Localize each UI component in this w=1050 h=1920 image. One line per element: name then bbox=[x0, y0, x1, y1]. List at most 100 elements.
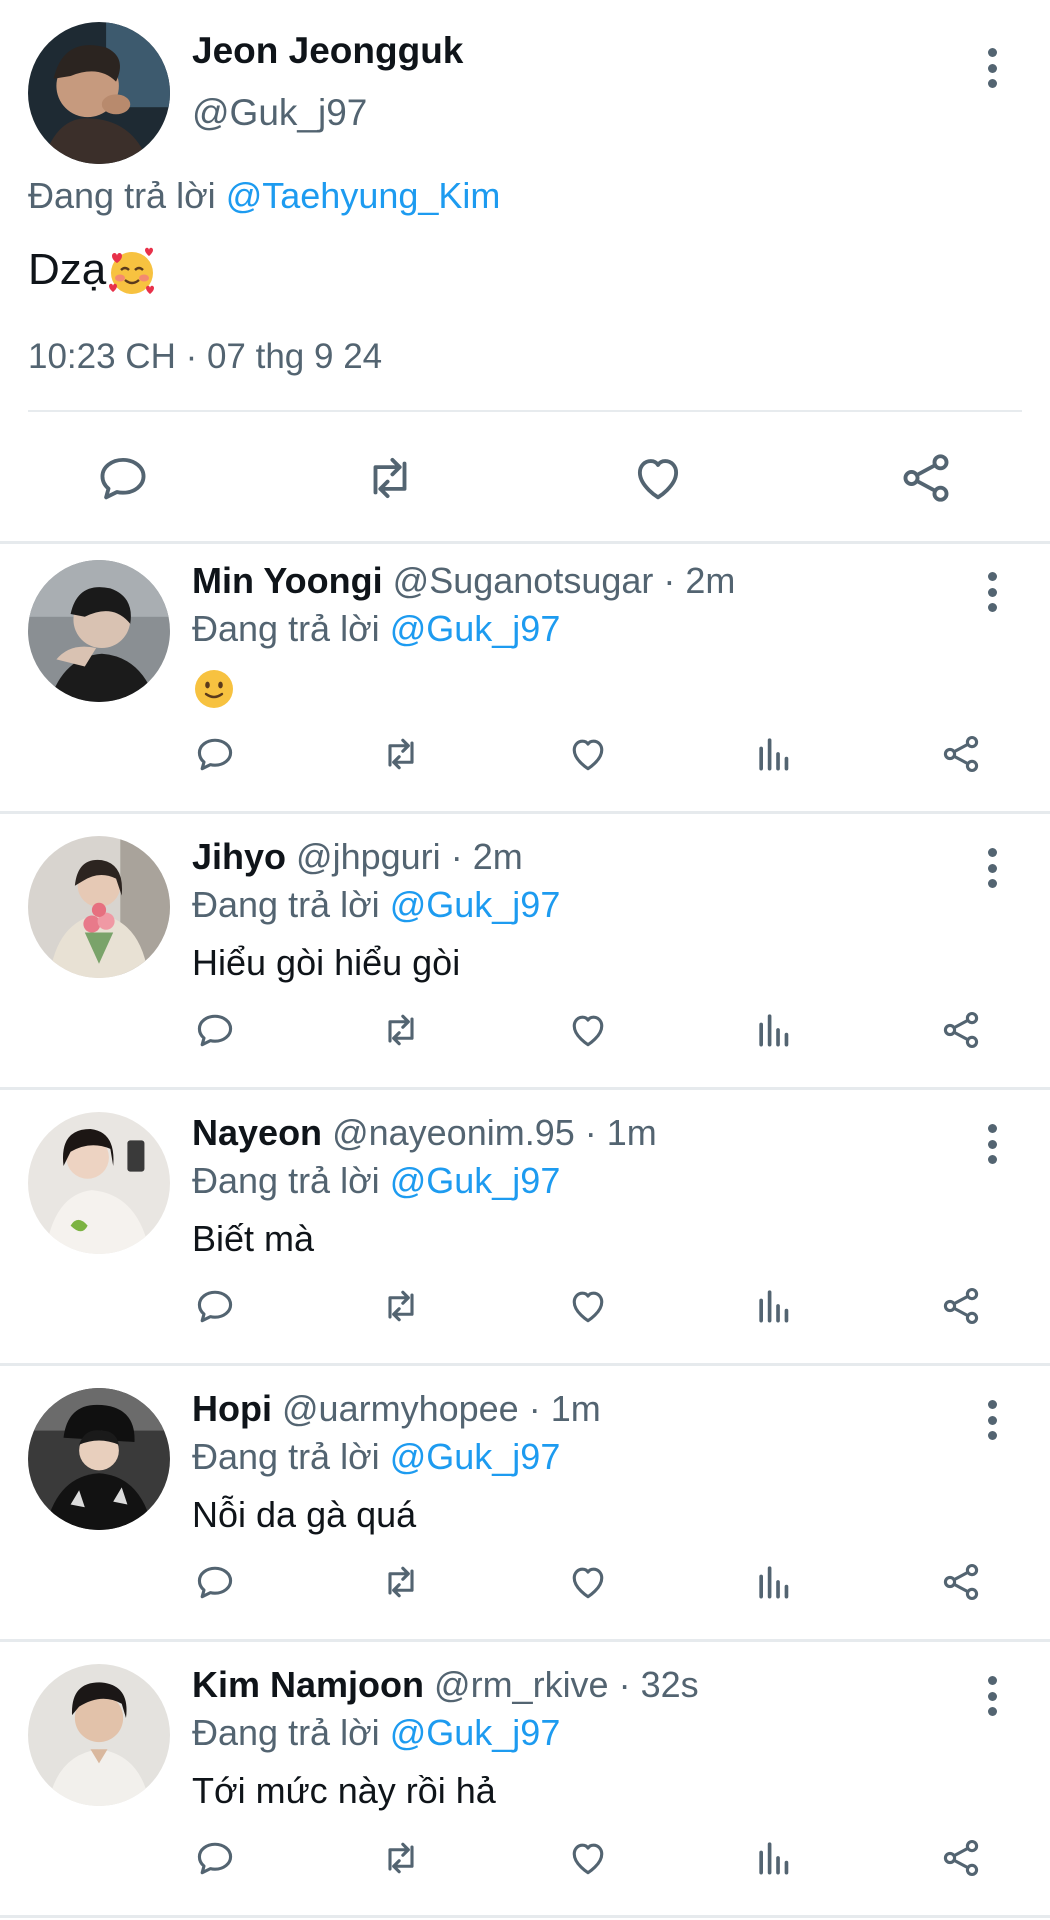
reply-icon[interactable] bbox=[83, 438, 163, 518]
reply-tweet[interactable]: Min Yoongi @Suganotsugar · 2m Đang trả l… bbox=[0, 544, 1050, 820]
reply-time: 32s bbox=[640, 1664, 699, 1705]
reply-text: Nỗi da gà quá bbox=[192, 1494, 417, 1535]
more-options-icon[interactable] bbox=[977, 1670, 1007, 1722]
reply-tweet[interactable]: Hopi @uarmyhopee · 1m Đang trả lời @Guk_… bbox=[0, 1372, 1050, 1648]
share-icon[interactable] bbox=[933, 1554, 989, 1610]
share-icon[interactable] bbox=[933, 726, 989, 782]
replying-to: Đang trả lời @Guk_j97 bbox=[192, 884, 560, 926]
replying-mention-link[interactable]: @Guk_j97 bbox=[390, 1160, 561, 1201]
replying-mention-link[interactable]: @Guk_j97 bbox=[390, 608, 561, 649]
replying-to: Đang trả lời @Guk_j97 bbox=[192, 1160, 560, 1202]
more-options-icon[interactable] bbox=[977, 1118, 1007, 1170]
reply-tweet[interactable]: Jihyo @jhpguri · 2m Đang trả lời @Guk_j9… bbox=[0, 820, 1050, 1096]
reply-text: Tới mức này rồi hả bbox=[192, 1770, 496, 1811]
share-icon[interactable] bbox=[933, 1830, 989, 1886]
retweet-icon[interactable] bbox=[350, 438, 430, 518]
replying-mention-link[interactable]: @Taehyung_Kim bbox=[226, 175, 501, 216]
avatar[interactable] bbox=[28, 836, 170, 978]
reply-header: Nayeon @nayeonim.95 · 1m bbox=[192, 1112, 657, 1154]
avatar[interactable] bbox=[28, 560, 170, 702]
replying-prefix: Đang trả lời bbox=[192, 884, 380, 925]
reply-icon[interactable] bbox=[187, 1830, 243, 1886]
tweet-text-content: Dzạ bbox=[28, 245, 107, 294]
views-icon[interactable] bbox=[746, 726, 802, 782]
author-handle[interactable]: @rm_rkive bbox=[434, 1664, 609, 1705]
author-name[interactable]: Jihyo bbox=[192, 836, 286, 877]
replying-mention-link[interactable]: @Guk_j97 bbox=[390, 1712, 561, 1753]
author-name[interactable]: Kim Namjoon bbox=[192, 1664, 424, 1705]
reply-header: Kim Namjoon @rm_rkive · 32s bbox=[192, 1664, 699, 1706]
share-icon[interactable] bbox=[933, 1002, 989, 1058]
dot-separator: · bbox=[584, 1112, 597, 1153]
like-icon[interactable] bbox=[560, 726, 616, 782]
author-handle[interactable]: @uarmyhopee bbox=[282, 1388, 519, 1429]
author-name[interactable]: Nayeon bbox=[192, 1112, 322, 1153]
more-options-icon[interactable] bbox=[977, 566, 1007, 618]
reply-icon[interactable] bbox=[187, 1278, 243, 1334]
reply-icon[interactable] bbox=[187, 1002, 243, 1058]
reply-icon[interactable] bbox=[187, 726, 243, 782]
like-icon[interactable] bbox=[560, 1554, 616, 1610]
more-options-icon[interactable] bbox=[977, 842, 1007, 894]
retweet-icon[interactable] bbox=[373, 1278, 429, 1334]
retweet-icon[interactable] bbox=[373, 726, 429, 782]
retweet-icon[interactable] bbox=[373, 1830, 429, 1886]
author-name[interactable]: Jeon Jeongguk bbox=[192, 30, 463, 72]
replying-mention-link[interactable]: @Guk_j97 bbox=[390, 884, 561, 925]
reply-action-bar bbox=[0, 1554, 1050, 1610]
retweet-icon[interactable] bbox=[373, 1002, 429, 1058]
avatar[interactable] bbox=[28, 22, 170, 164]
retweet-icon[interactable] bbox=[373, 1554, 429, 1610]
replying-to: Đang trả lời @Guk_j97 bbox=[192, 1436, 560, 1478]
like-icon[interactable] bbox=[560, 1278, 616, 1334]
replying-mention-link[interactable]: @Guk_j97 bbox=[390, 1436, 561, 1477]
separator bbox=[0, 1087, 1050, 1090]
separator bbox=[0, 1363, 1050, 1366]
reply-action-bar bbox=[0, 1830, 1050, 1886]
reply-tweet[interactable]: Nayeon @nayeonim.95 · 1m Đang trả lời @G… bbox=[0, 1096, 1050, 1372]
views-icon[interactable] bbox=[746, 1002, 802, 1058]
main-action-bar bbox=[0, 438, 1050, 518]
reply-text: Biết mà bbox=[192, 1218, 315, 1259]
avatar[interactable] bbox=[28, 1112, 170, 1254]
dot-separator: · bbox=[450, 836, 463, 877]
reply-text bbox=[192, 666, 236, 711]
reply-time: 2m bbox=[472, 836, 523, 877]
reply-time: 1m bbox=[550, 1388, 601, 1429]
author-handle[interactable]: @Suganotsugar bbox=[393, 560, 654, 601]
reply-action-bar bbox=[0, 1002, 1050, 1058]
separator bbox=[0, 1639, 1050, 1642]
replying-prefix: Đang trả lời bbox=[192, 1436, 380, 1477]
reply-action-bar bbox=[0, 726, 1050, 782]
reply-icon[interactable] bbox=[187, 1554, 243, 1610]
author-name[interactable]: Min Yoongi bbox=[192, 560, 383, 601]
author-handle[interactable]: @Guk_j97 bbox=[192, 92, 367, 134]
views-icon[interactable] bbox=[746, 1278, 802, 1334]
author-handle[interactable]: @jhpguri bbox=[296, 836, 441, 877]
more-options-icon[interactable] bbox=[977, 42, 1007, 94]
like-icon[interactable] bbox=[618, 438, 698, 518]
replying-prefix: Đang trả lời bbox=[192, 1160, 380, 1201]
separator bbox=[0, 811, 1050, 814]
share-icon[interactable] bbox=[933, 1278, 989, 1334]
reply-time: 1m bbox=[606, 1112, 657, 1153]
views-icon[interactable] bbox=[746, 1830, 802, 1886]
more-options-icon[interactable] bbox=[977, 1394, 1007, 1446]
replying-prefix: Đang trả lời bbox=[192, 1712, 380, 1753]
replying-to: Đang trả lời @Guk_j97 bbox=[192, 608, 560, 650]
share-icon[interactable] bbox=[886, 438, 966, 518]
dot-separator: · bbox=[528, 1388, 541, 1429]
like-icon[interactable] bbox=[560, 1830, 616, 1886]
avatar[interactable] bbox=[28, 1664, 170, 1806]
reply-time: 2m bbox=[685, 560, 736, 601]
replying-to: Đang trả lời @Taehyung_Kim bbox=[28, 175, 500, 217]
like-icon[interactable] bbox=[560, 1002, 616, 1058]
author-name[interactable]: Hopi bbox=[192, 1388, 272, 1429]
reply-tweet[interactable]: Kim Namjoon @rm_rkive · 32s Đang trả lời… bbox=[0, 1648, 1050, 1920]
reply-header: Jihyo @jhpguri · 2m bbox=[192, 836, 523, 878]
author-handle[interactable]: @nayeonim.95 bbox=[332, 1112, 575, 1153]
views-icon[interactable] bbox=[746, 1554, 802, 1610]
reply-action-bar bbox=[0, 1278, 1050, 1334]
smiling-face-with-hearts-icon bbox=[109, 248, 155, 295]
avatar[interactable] bbox=[28, 1388, 170, 1530]
